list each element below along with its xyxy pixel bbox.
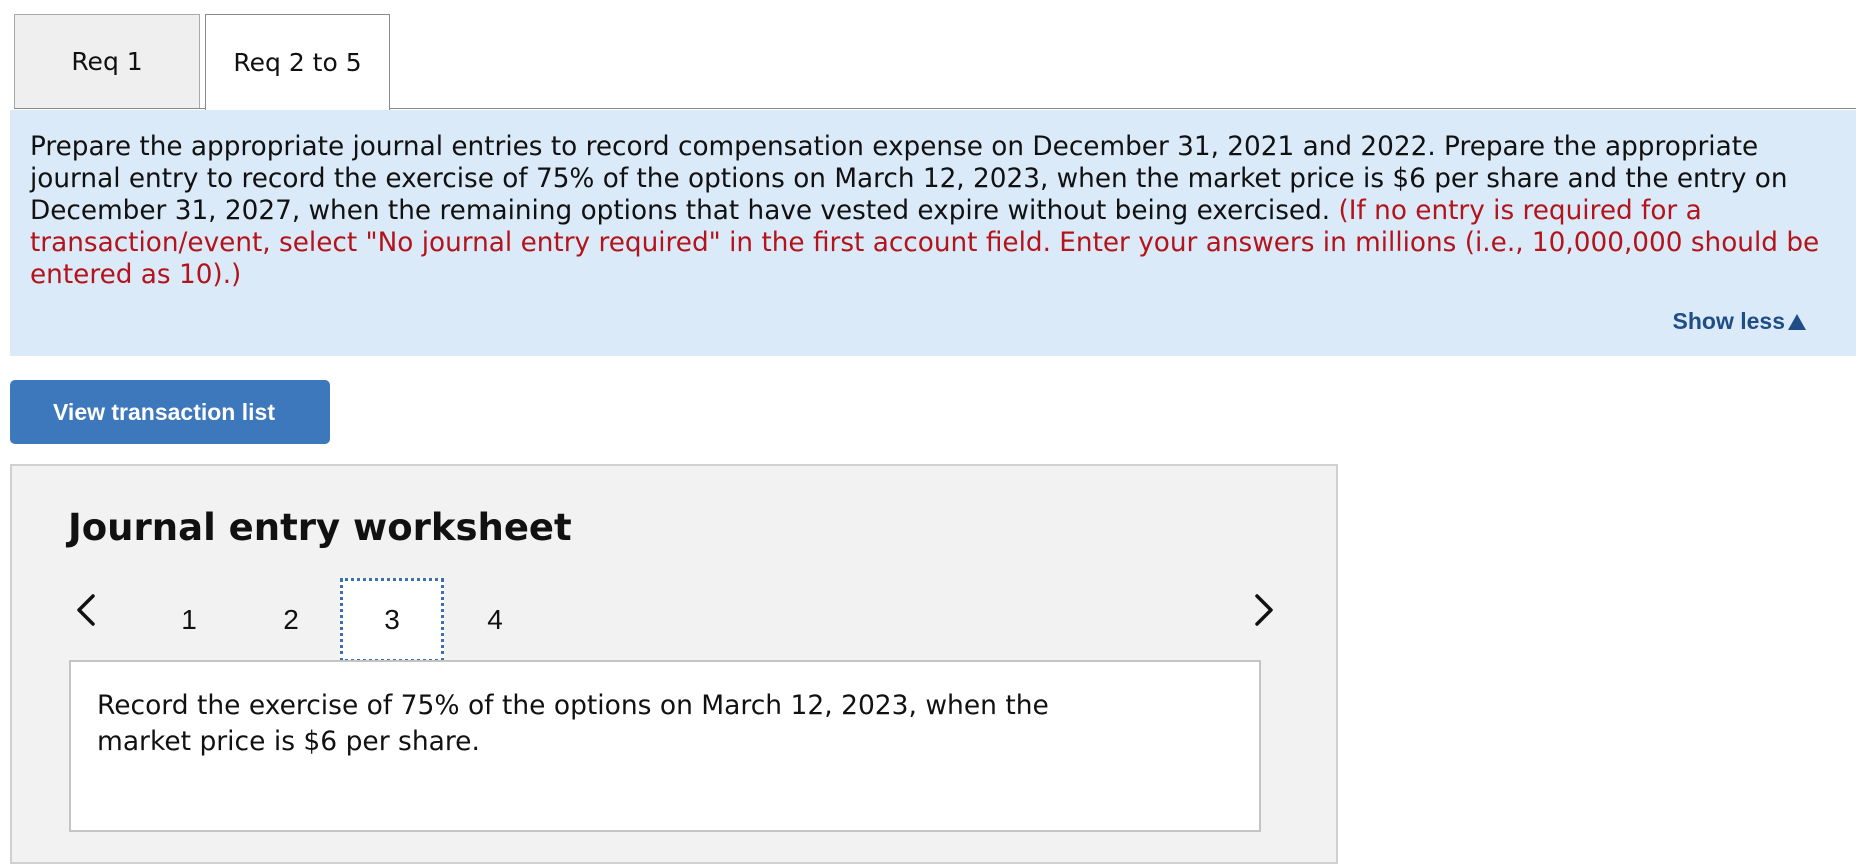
entry-step-1[interactable]: 1 — [137, 578, 241, 662]
entry-step-2[interactable]: 2 — [239, 578, 343, 662]
tab-req-2-to-5-label: Req 2 to 5 — [233, 48, 362, 77]
instructions-paragraph: Prepare the appropriate journal entries … — [30, 131, 1836, 291]
view-transaction-list-button[interactable]: View transaction list — [10, 380, 330, 444]
tab-req-1[interactable]: Req 1 — [14, 14, 200, 108]
triangle-up-icon — [1788, 313, 1806, 330]
chevron-left-icon — [77, 594, 95, 626]
entry-step-3-active[interactable]: 3 — [340, 578, 444, 662]
worksheet-title: Journal entry worksheet — [68, 506, 572, 549]
entry-description: Record the exercise of 75% of the option… — [97, 690, 1049, 757]
entry-step-4[interactable]: 4 — [443, 578, 547, 662]
tab-req-2-to-5[interactable]: Req 2 to 5 — [205, 14, 390, 110]
tab-req-1-label: Req 1 — [71, 47, 143, 76]
next-entry-button[interactable] — [1244, 590, 1284, 630]
entry-description-box: Record the exercise of 75% of the option… — [69, 660, 1261, 832]
journal-entry-worksheet: Journal entry worksheet 1 2 3 4 Record t… — [10, 464, 1338, 864]
show-less-label: Show less — [1672, 308, 1785, 334]
chevron-right-icon — [1255, 594, 1273, 626]
instructions-panel: Prepare the appropriate journal entries … — [10, 110, 1856, 356]
requirement-tabs: Req 1 Req 2 to 5 — [14, 14, 1856, 110]
previous-entry-button[interactable] — [66, 590, 106, 630]
show-less-link[interactable]: Show less — [1673, 308, 1806, 335]
